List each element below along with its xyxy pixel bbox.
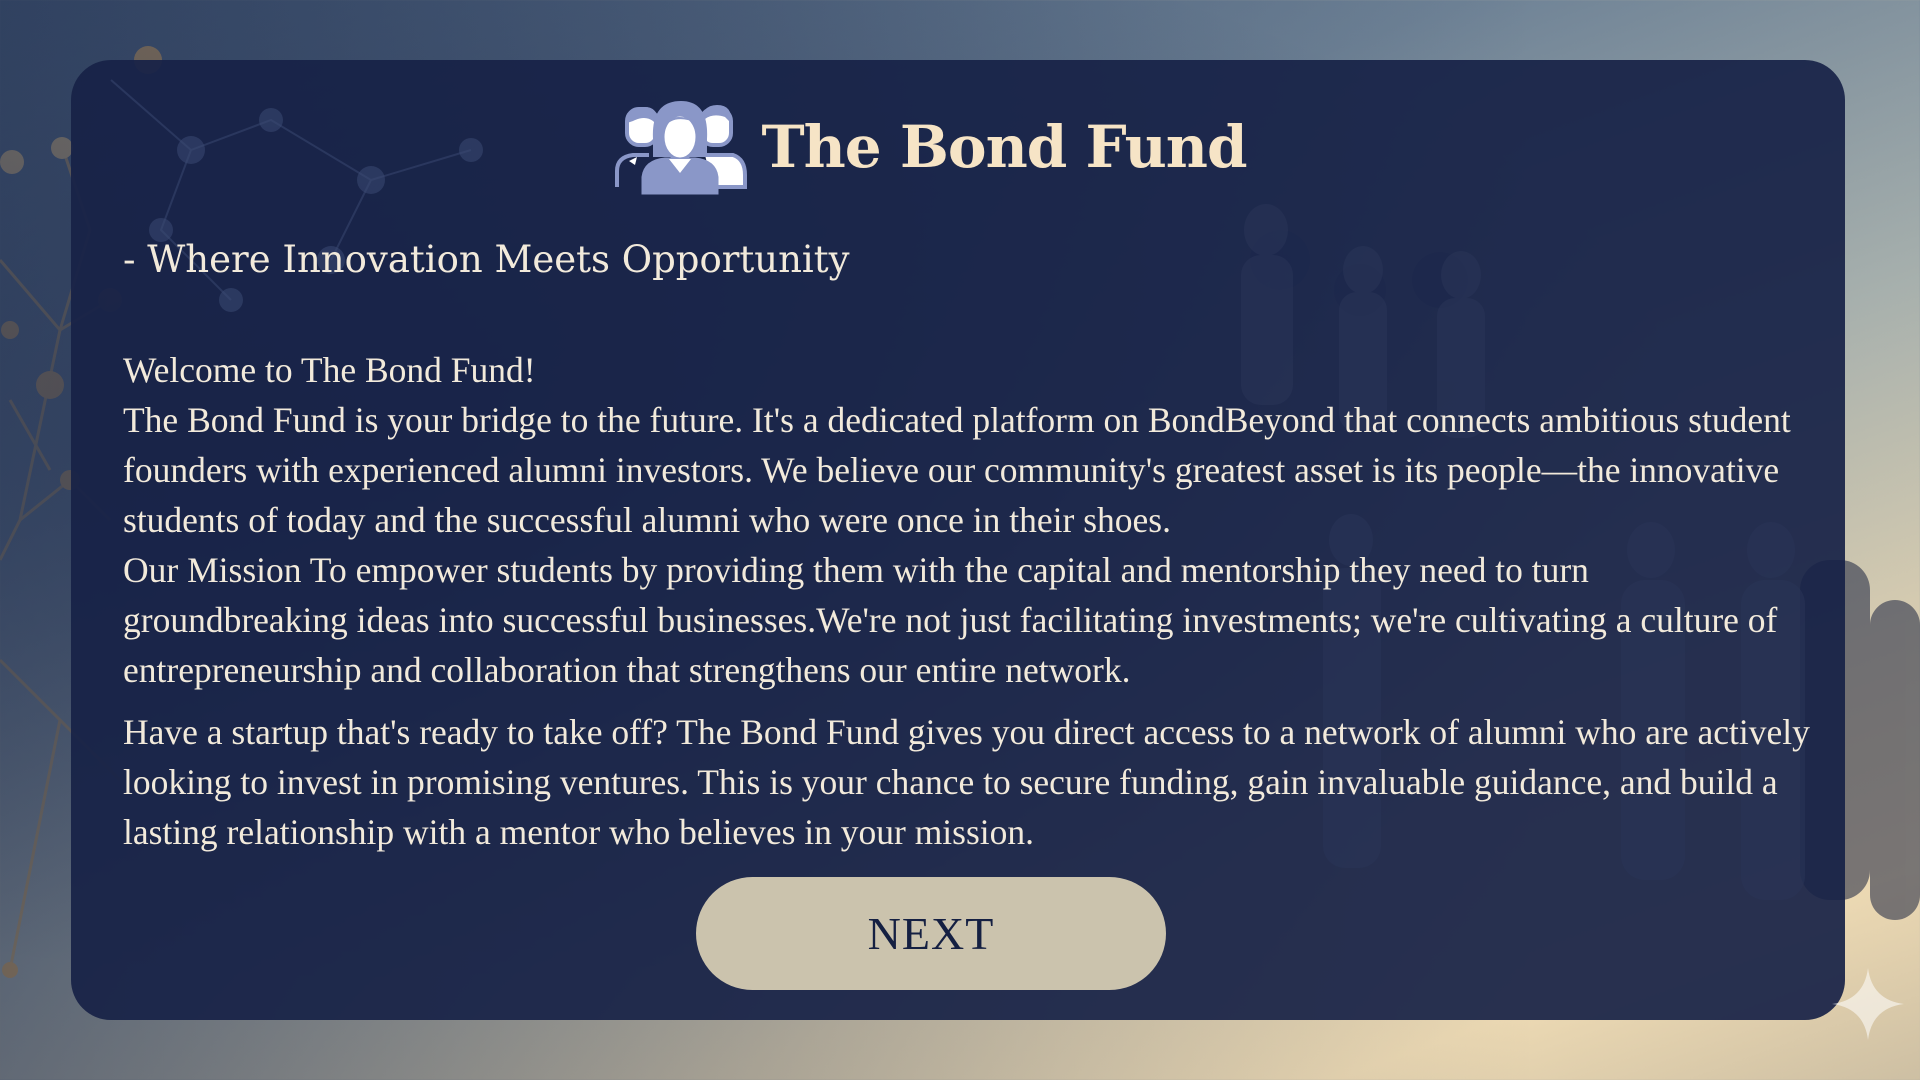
welcome-panel: The Bond Fund - Where Innovation Meets O…	[71, 60, 1845, 1020]
app-title: The Bond Fund	[761, 113, 1247, 181]
tagline: - Where Innovation Meets Opportunity	[123, 238, 850, 281]
mission-paragraph: Our Mission To empower students by provi…	[123, 550, 1778, 690]
people-group-icon	[615, 101, 748, 195]
description-text: Welcome to The Bond Fund! The Bond Fund …	[123, 345, 1813, 857]
sparkle-icon	[1832, 968, 1904, 1040]
welcome-paragraph: Welcome to The Bond Fund!	[123, 350, 536, 390]
next-button[interactable]: NEXT	[696, 877, 1166, 990]
header: The Bond Fund	[71, 82, 1845, 212]
intro-paragraph: The Bond Fund is your bridge to the futu…	[123, 400, 1791, 540]
startup-paragraph: Have a startup that's ready to take off?…	[123, 712, 1810, 852]
